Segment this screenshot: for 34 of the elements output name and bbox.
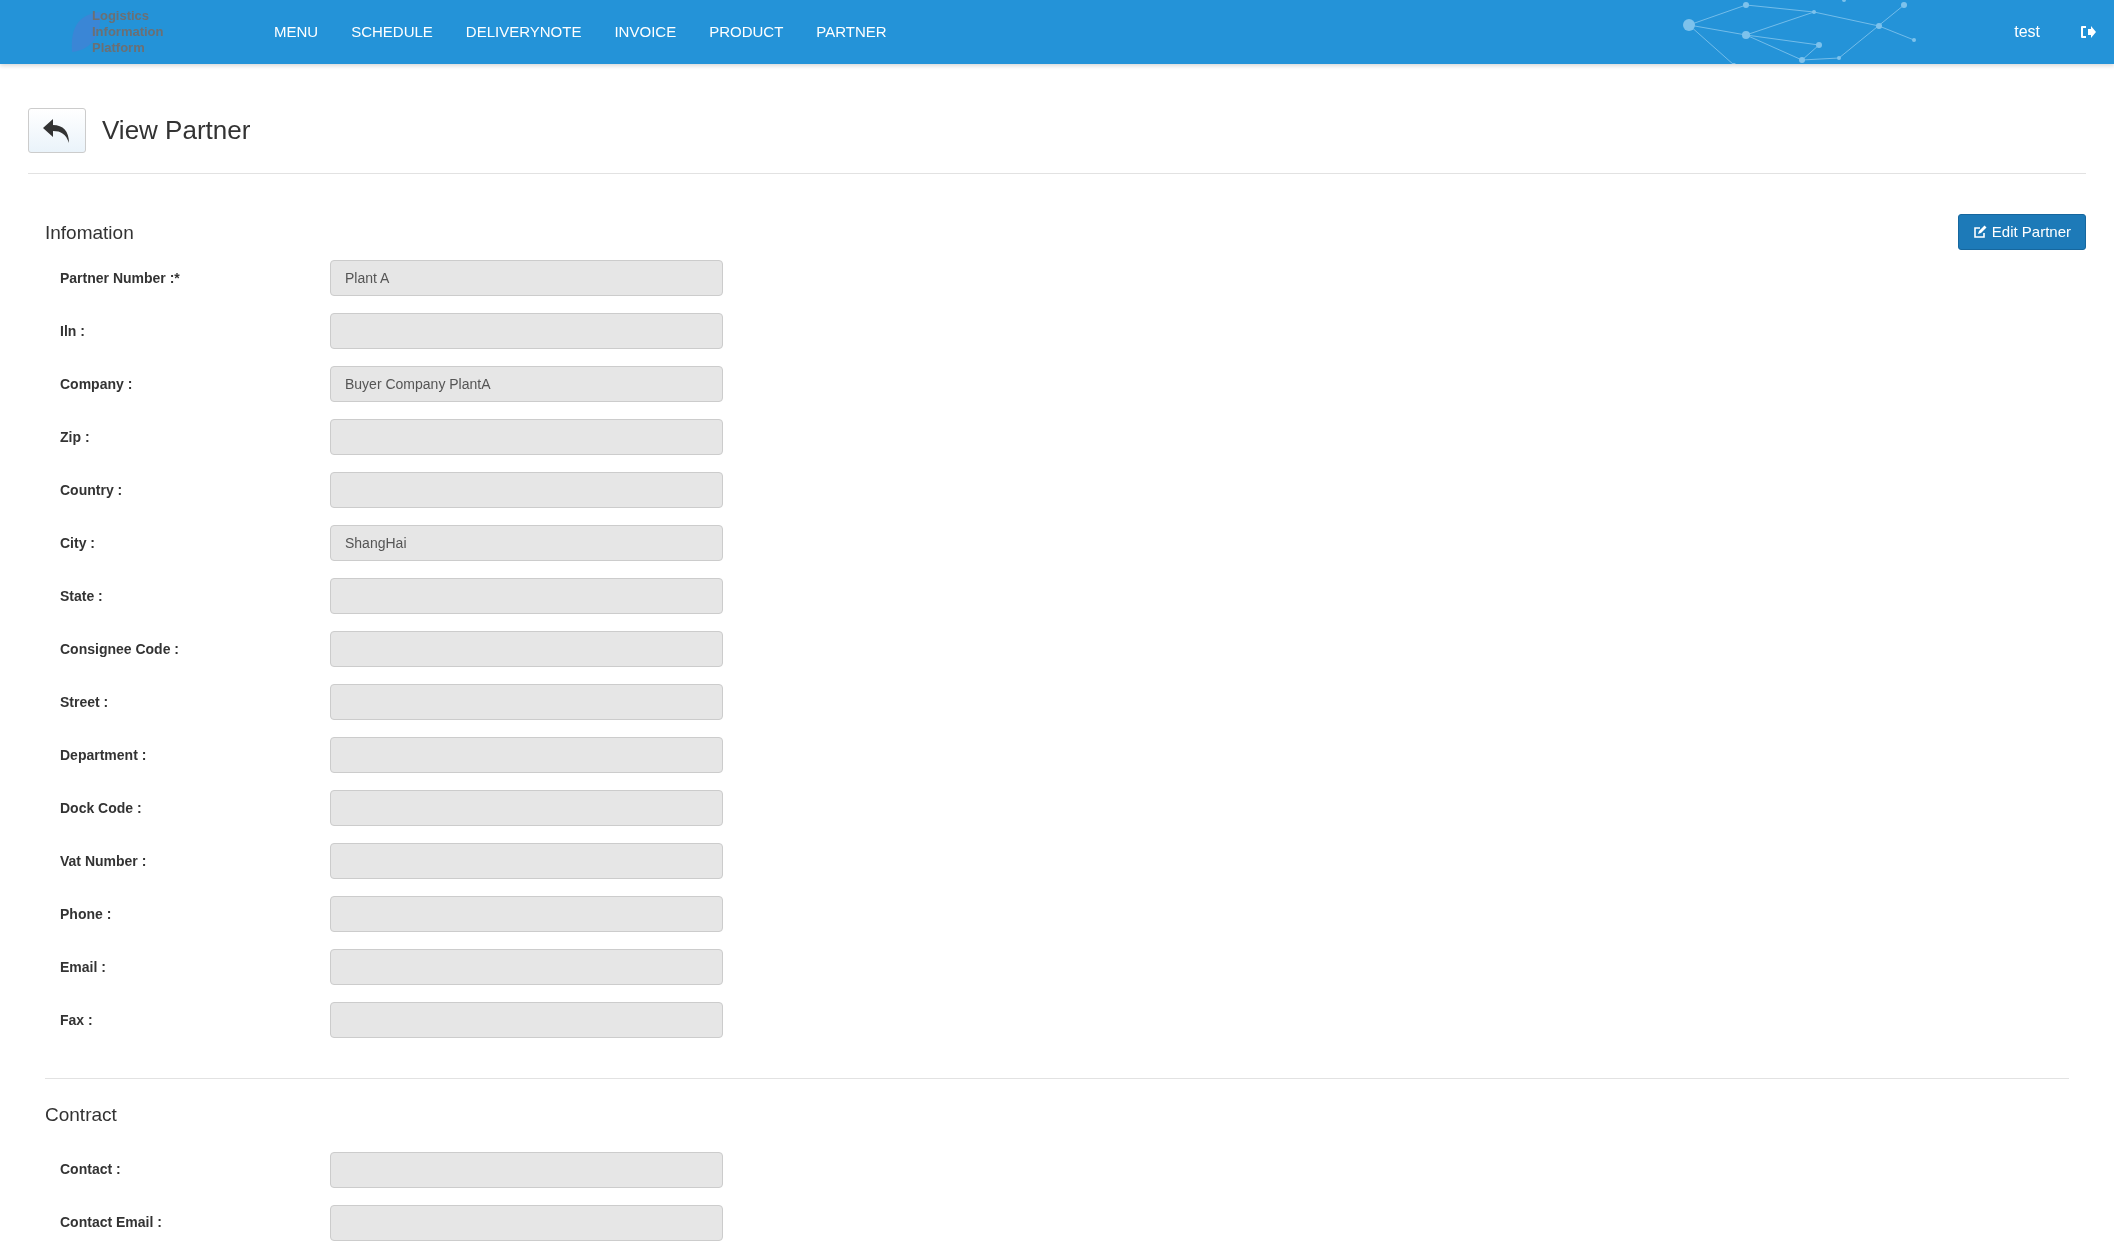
nav-link[interactable]: SCHEDULE [351,20,433,44]
nav-link[interactable]: MENU [274,20,319,44]
field-label: Fax : [59,1010,94,1030]
section-title: Contract [45,1103,117,1127]
user-name[interactable]: test [2014,20,2040,44]
field-label: Vat Number : [59,851,148,871]
field-label: Contact Email : [59,1213,163,1232]
field-label: Company : [59,374,134,394]
section-title: Infomation [45,220,134,245]
field-label: Dock Code : [59,798,143,818]
field-label: Department : [59,745,148,765]
nav-link[interactable]: DELIVERYNOTE [465,20,582,44]
nav-link[interactable]: INVOICE [614,20,677,44]
nav-link[interactable]: PARTNER [816,20,887,44]
field-label: Zip : [59,427,91,447]
logo-text: Information [92,24,164,40]
field-label: Phone : [59,904,113,924]
field-label: Country : [59,480,124,500]
back-button[interactable] [28,108,86,153]
nav-link[interactable]: PRODUCT [709,20,784,44]
field-label: Contact : [59,1160,122,1179]
field-label: Email : [59,957,107,977]
edit-partner-button[interactable]: Edit Partner [1957,214,2086,250]
field-label: State : [59,586,104,606]
field-label: City : [59,533,96,553]
field-label: Street : [59,692,110,712]
page-title: View Partner [102,114,251,147]
logout-icon[interactable] [2080,25,2096,39]
field-label: Iln : [59,321,86,341]
edit-icon [1972,225,1987,239]
field-label: Consignee Code : [59,639,180,659]
logo-text: Platform [92,40,146,56]
field-label: Partner Number :* [59,268,181,288]
logo-text: Logistics [92,8,151,24]
